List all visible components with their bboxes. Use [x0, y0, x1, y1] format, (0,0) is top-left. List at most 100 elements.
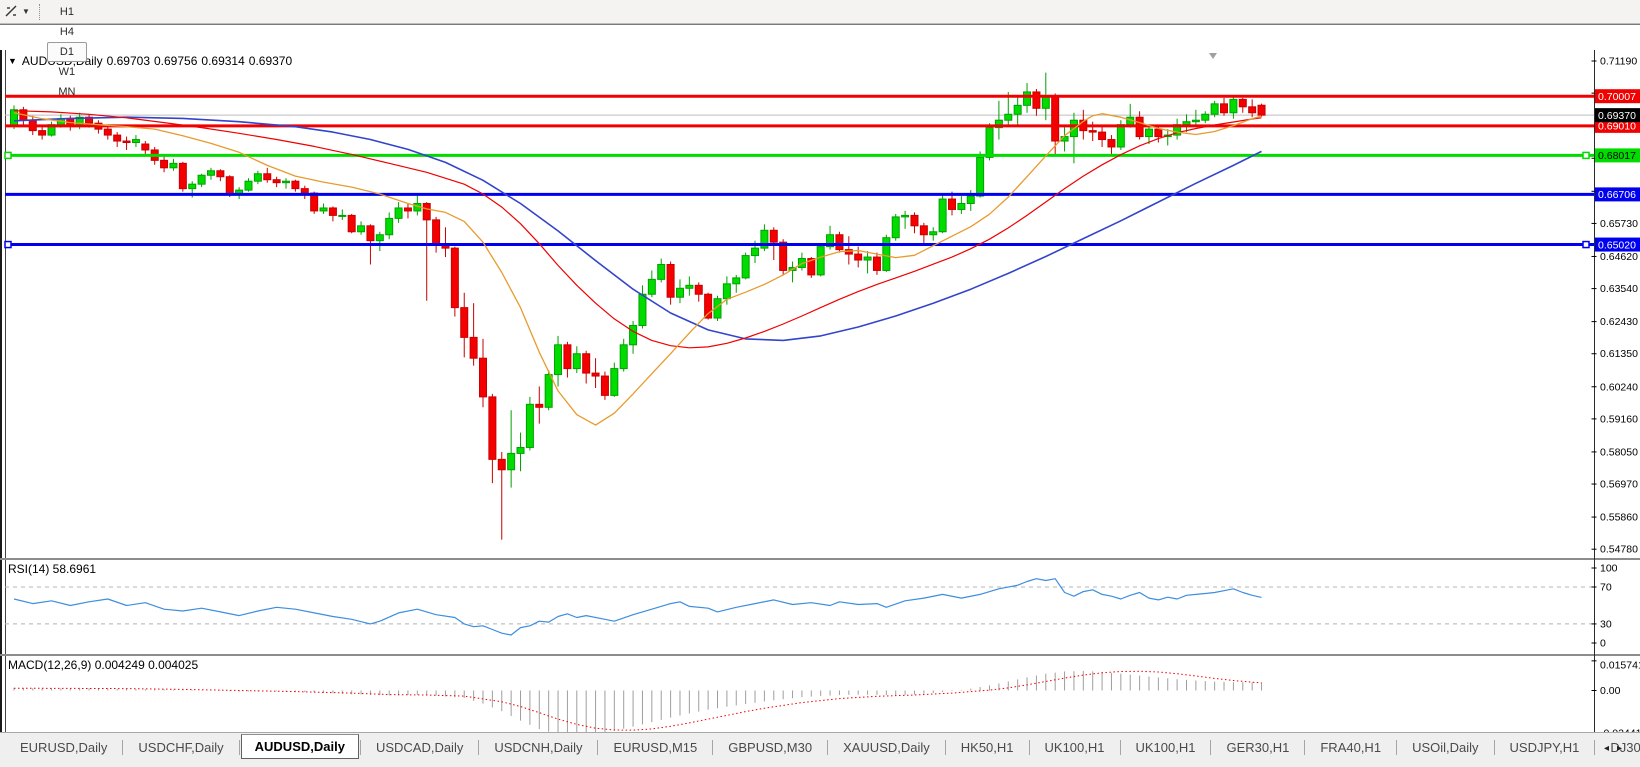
price-tick-label: 0.63540	[1600, 283, 1638, 295]
macd-axis-label: 0.015741	[1600, 660, 1640, 672]
candle-body	[939, 199, 946, 232]
chart-tab-eurusd-daily[interactable]: EURUSD,Daily	[6, 736, 121, 759]
timeframe-button-mn[interactable]: MN	[47, 82, 87, 102]
price-chart-canvas[interactable]: 0.711900.701100.690000.679200.668100.657…	[0, 25, 1640, 767]
candle-body	[770, 230, 777, 242]
candle-body	[1202, 114, 1209, 120]
candle-body	[292, 181, 299, 188]
chart-tabs: EURUSD,DailyUSDCHF,DailyAUDUSD,DailyUSDC…	[0, 733, 1640, 761]
candle-body	[648, 279, 655, 294]
cursor-tool-button[interactable]: ▼	[0, 4, 34, 19]
chart-tab-eurusd-m15[interactable]: EURUSD,M15	[599, 736, 711, 759]
candle-body	[517, 447, 524, 453]
candle-body	[423, 204, 430, 220]
candle-body	[864, 257, 871, 260]
line-drag-handle[interactable]	[1583, 242, 1589, 248]
candle-body	[433, 220, 440, 245]
price-tick-label: 0.62430	[1600, 316, 1638, 328]
candle-body	[1014, 105, 1021, 114]
chart-low-value: 0.69314	[201, 54, 244, 68]
tab-separator	[827, 740, 828, 755]
line-drag-handle[interactable]	[5, 152, 11, 158]
candle-body	[639, 294, 646, 325]
timeframe-button-h4[interactable]: H4	[47, 22, 87, 42]
hline-price-label: 0.68017	[1598, 150, 1636, 162]
macd-axis-label: 0.00	[1600, 685, 1621, 697]
chart-tab-uk100-h1[interactable]: UK100,H1	[1122, 736, 1210, 759]
chart-tab-audusd-daily[interactable]: AUDUSD,Daily	[241, 734, 359, 759]
candle-body	[104, 129, 111, 135]
timeframe-button-d1[interactable]: D1	[47, 42, 87, 62]
candle-body	[320, 208, 327, 211]
candle-body	[986, 128, 993, 158]
candle-body	[695, 285, 702, 294]
candle-body	[1108, 140, 1115, 147]
chart-shift-marker-icon[interactable]	[1209, 53, 1217, 59]
candle-body	[123, 141, 130, 142]
candle-body	[1221, 104, 1228, 113]
candle-body	[132, 140, 139, 143]
chart-tab-gbpusd-m30[interactable]: GBPUSD,M30	[714, 736, 826, 759]
candle-body	[367, 226, 374, 241]
chevron-down-icon[interactable]: ▼	[22, 7, 30, 16]
candle-body	[977, 157, 984, 196]
candle-body	[967, 196, 974, 203]
chart-tab-usoil-daily[interactable]: USOil,Daily	[1398, 736, 1492, 759]
chart-dropdown-icon[interactable]: ▼	[8, 56, 17, 66]
current-price-label: 0.69370	[1598, 110, 1636, 122]
tab-separator	[1494, 740, 1495, 755]
tab-separator	[1029, 740, 1030, 755]
line-drag-handle[interactable]	[5, 242, 11, 248]
candle-body	[283, 181, 290, 182]
candle-body	[1183, 122, 1190, 125]
timeframe-button-h1[interactable]: H1	[47, 2, 87, 22]
chart-open-value: 0.69703	[107, 54, 150, 68]
chart-tab-usdjpy-h1[interactable]: USDJPY,H1	[1496, 736, 1594, 759]
hline-objects	[5, 96, 1594, 247]
candle-body	[902, 215, 909, 216]
chart-tab-usdcad-daily[interactable]: USDCAD,Daily	[362, 736, 477, 759]
candle-body	[329, 208, 336, 215]
candle-body	[536, 404, 543, 407]
chart-tab-ger30-h1[interactable]: GER30,H1	[1212, 736, 1303, 759]
candle-body	[611, 369, 618, 396]
candle-body	[470, 337, 477, 358]
chart-tab-hk50-h1[interactable]: HK50,H1	[947, 736, 1028, 759]
candle-body	[339, 215, 346, 216]
chart-tab-usdcnh-daily[interactable]: USDCNH,Daily	[480, 736, 596, 759]
line-drag-handle[interactable]	[1583, 152, 1589, 158]
macd-indicator-label: MACD(12,26,9) 0.004249 0.004025	[8, 658, 198, 672]
price-tick-label: 0.56970	[1600, 479, 1638, 491]
candle-body	[733, 278, 740, 284]
tab-scroll-left-icon[interactable]: ◂	[1604, 743, 1617, 754]
chart-tab-fra40-h1[interactable]: FRA40,H1	[1306, 736, 1395, 759]
candle-body	[198, 175, 205, 184]
candle-body	[376, 235, 383, 241]
candle-body	[245, 181, 252, 190]
rsi-axis-label: 70	[1600, 582, 1612, 594]
candle-body	[161, 160, 168, 167]
chart-tab-xauusd-daily[interactable]: XAUUSD,Daily	[829, 736, 944, 759]
candle-body	[583, 354, 590, 373]
timeframe-button-w1[interactable]: W1	[47, 62, 87, 82]
candle-body	[489, 397, 496, 459]
macd-axis: 0.0157410.00-0.024412	[1592, 660, 1640, 740]
candle-body	[555, 345, 562, 375]
candle-body	[564, 345, 571, 369]
candle-body	[264, 174, 271, 180]
candle-body	[348, 215, 355, 231]
tab-scroll-right-icon[interactable]: ▸	[1617, 743, 1630, 754]
chart-tab-uk100-h1[interactable]: UK100,H1	[1031, 736, 1119, 759]
chart-tab-usdchf-daily[interactable]: USDCHF,Daily	[124, 736, 237, 759]
candle-body	[676, 288, 683, 297]
chart-window[interactable]: 0.711900.701100.690000.679200.668100.657…	[0, 24, 1640, 733]
candle-body	[930, 232, 937, 235]
tab-separator	[360, 740, 361, 755]
candle-body	[217, 171, 224, 177]
candle-body	[630, 325, 637, 344]
candle-body	[404, 208, 411, 211]
candle-body	[742, 256, 749, 278]
candles-layer	[11, 73, 1266, 540]
candle-body	[1230, 99, 1237, 112]
candle-body	[592, 373, 599, 376]
